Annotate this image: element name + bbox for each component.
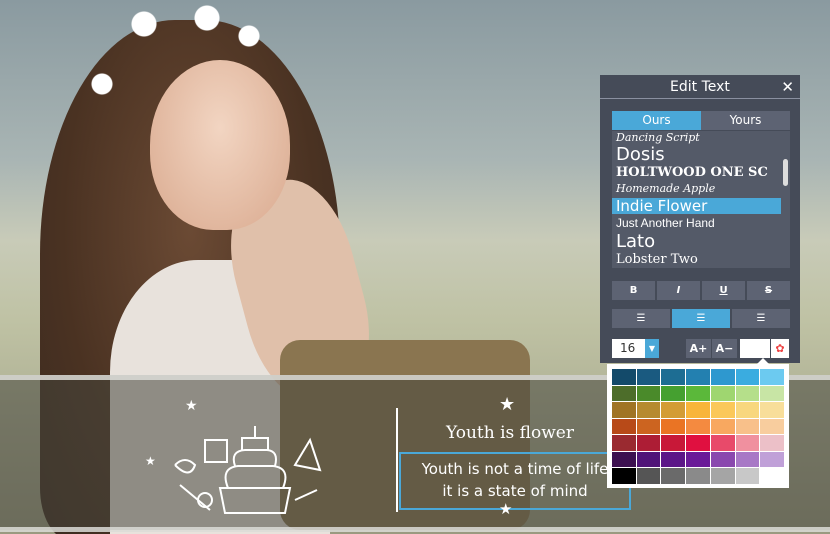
color-swatch[interactable] <box>661 402 686 418</box>
italic-button[interactable]: I <box>657 281 700 300</box>
color-swatch[interactable] <box>686 451 710 467</box>
color-swatch[interactable] <box>612 385 636 401</box>
birthday-cake-clipart[interactable]: ★ ★ <box>140 395 350 520</box>
font-item[interactable]: Dancing Script <box>612 131 790 145</box>
tab-yours[interactable]: Yours <box>701 111 790 130</box>
svg-text:★: ★ <box>185 398 198 414</box>
color-swatch[interactable] <box>612 451 636 467</box>
color-swatch[interactable] <box>760 385 784 401</box>
color-swatch[interactable] <box>636 402 661 418</box>
selected-text-box[interactable]: Youth is not a time of life it is a stat… <box>399 452 631 510</box>
color-swatch[interactable] <box>735 418 760 434</box>
color-swatch[interactable] <box>612 468 636 484</box>
panel-title: Edit Text <box>670 79 730 95</box>
color-swatch[interactable] <box>686 369 710 385</box>
strikethrough-button[interactable]: S <box>747 281 790 300</box>
align-right-icon: ☰ <box>756 313 766 324</box>
font-item[interactable]: Just Another Hand <box>612 214 790 232</box>
font-item[interactable]: Homemade Apple <box>612 182 790 198</box>
svg-text:★: ★ <box>145 454 156 468</box>
color-swatch[interactable] <box>735 435 760 451</box>
color-swatch[interactable] <box>735 451 760 467</box>
color-swatch[interactable] <box>686 385 710 401</box>
color-swatch[interactable] <box>612 418 636 434</box>
align-center-button[interactable]: ☰ <box>672 309 730 328</box>
color-swatch[interactable] <box>710 418 735 434</box>
color-swatch[interactable] <box>735 402 760 418</box>
color-swatch[interactable] <box>710 385 735 401</box>
color-swatch[interactable] <box>686 402 710 418</box>
color-swatch[interactable] <box>636 385 661 401</box>
body-line: it is a state of mind <box>442 482 588 500</box>
chevron-down-icon[interactable]: ▼ <box>645 339 659 358</box>
scrollbar[interactable] <box>783 159 788 186</box>
color-swatch[interactable] <box>760 468 784 484</box>
font-size-select[interactable]: 16 ▼ <box>612 339 659 358</box>
increase-size-button[interactable]: A+ <box>686 339 711 358</box>
star-icon: ★ <box>499 500 513 518</box>
bold-button[interactable]: B <box>612 281 655 300</box>
color-swatch[interactable] <box>636 369 661 385</box>
star-icon: ★ <box>499 394 516 415</box>
font-item[interactable]: Lato <box>612 232 790 252</box>
color-swatch[interactable] <box>760 402 784 418</box>
color-swatch[interactable] <box>636 418 661 434</box>
color-swatch[interactable] <box>661 468 686 484</box>
color-swatch[interactable] <box>735 468 760 484</box>
color-swatch[interactable] <box>612 402 636 418</box>
underline-button[interactable]: U <box>702 281 745 300</box>
color-palette <box>607 358 789 488</box>
color-swatch[interactable] <box>735 385 760 401</box>
color-swatch[interactable] <box>661 369 686 385</box>
align-left-icon: ☰ <box>636 313 646 324</box>
color-swatch[interactable] <box>735 369 760 385</box>
color-swatch[interactable] <box>710 451 735 467</box>
color-swatch[interactable] <box>760 369 784 385</box>
edit-text-panel: Edit Text ✕ Ours Yours Dancing Script Dos… <box>600 75 800 363</box>
color-swatch[interactable] <box>686 418 710 434</box>
divider <box>0 527 830 532</box>
font-item-selected[interactable]: Indie Flower <box>612 198 781 214</box>
font-list[interactable]: Dancing Script Dosis HOLTWOOD ONE SC Hom… <box>612 131 790 268</box>
font-item[interactable]: Dosis <box>612 145 790 165</box>
color-swatch[interactable] <box>710 468 735 484</box>
color-swatch[interactable] <box>686 435 710 451</box>
color-swatch[interactable] <box>636 451 661 467</box>
color-swatch[interactable] <box>710 369 735 385</box>
color-swatch[interactable] <box>636 435 661 451</box>
font-item[interactable]: HOLTWOOD ONE SC <box>612 165 787 182</box>
align-center-icon: ☰ <box>696 313 706 324</box>
vertical-divider <box>396 408 398 512</box>
color-swatch[interactable] <box>686 468 710 484</box>
color-swatch[interactable] <box>710 402 735 418</box>
color-swatch[interactable] <box>636 468 661 484</box>
overlay-title-text[interactable]: Youth is flower <box>420 423 600 443</box>
close-icon[interactable]: ✕ <box>781 75 794 99</box>
color-swatch[interactable] <box>612 435 636 451</box>
font-size-value[interactable]: 16 <box>612 339 645 358</box>
color-swatch[interactable] <box>661 451 686 467</box>
color-swatch[interactable] <box>661 385 686 401</box>
color-swatch[interactable] <box>710 435 735 451</box>
color-swatch[interactable] <box>661 418 686 434</box>
current-color-swatch[interactable] <box>740 339 770 358</box>
color-swatch[interactable] <box>760 418 784 434</box>
align-right-button[interactable]: ☰ <box>732 309 790 328</box>
color-wheel-icon[interactable]: ✿ <box>771 339 789 358</box>
color-swatch[interactable] <box>760 435 784 451</box>
tab-ours[interactable]: Ours <box>612 111 701 130</box>
align-left-button[interactable]: ☰ <box>612 309 670 328</box>
body-line: Youth is not a time of life <box>421 460 609 478</box>
font-item[interactable]: Lobster Two <box>612 252 790 268</box>
decrease-size-button[interactable]: A− <box>712 339 737 358</box>
color-swatch[interactable] <box>661 435 686 451</box>
color-swatch[interactable] <box>760 451 784 467</box>
color-swatch[interactable] <box>612 369 636 385</box>
